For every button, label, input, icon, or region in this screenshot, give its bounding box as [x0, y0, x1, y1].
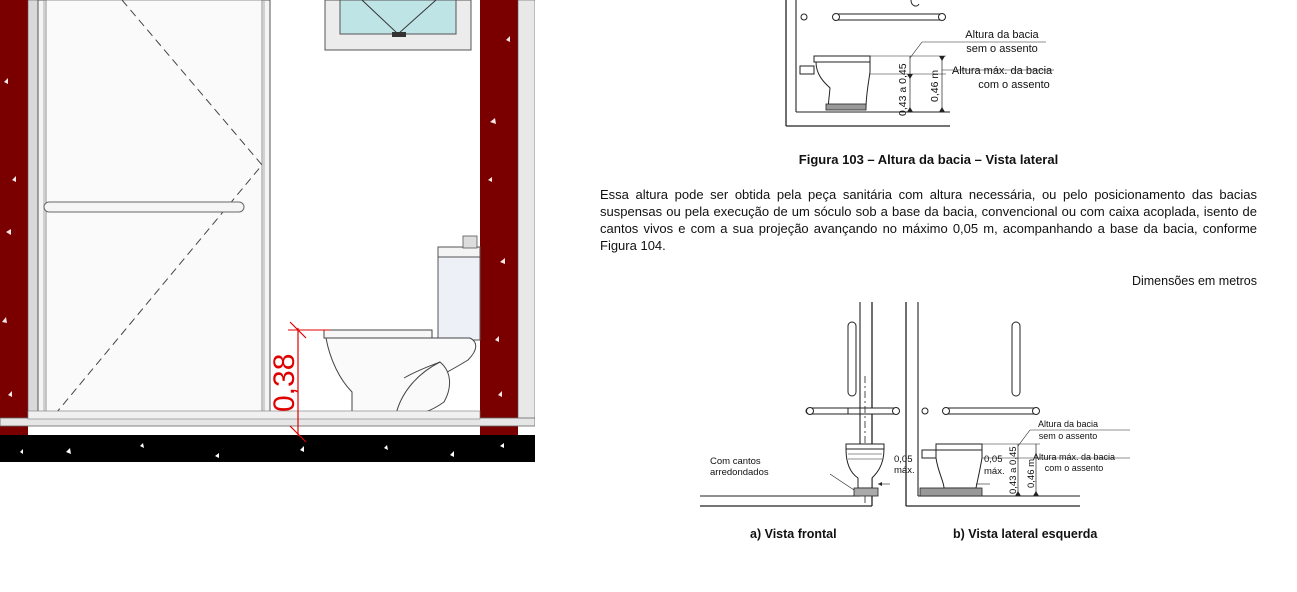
fig104b-label-max-2: com o assento: [1045, 463, 1104, 473]
cad-bathroom-elevation: 0,38: [0, 0, 535, 462]
fig104b-offset-unit: máx.: [984, 466, 1005, 477]
fig103-label-max-2: com o assento: [978, 79, 1050, 91]
grab-bar: [43, 201, 245, 213]
figure-104b-caption: b) Vista lateral esquerda: [953, 527, 1098, 541]
figure-104a-caption: a) Vista frontal: [750, 527, 837, 541]
figure-103-caption: Figura 103 – Altura da bacia – Vista lat…: [798, 152, 1059, 167]
fig103-dim-range: 0,43 a 0,45: [897, 63, 909, 116]
dimensions-note: Dimensões em metros: [1131, 274, 1257, 288]
fig104b-label-height-1: Altura da bacia: [1038, 419, 1098, 429]
figure-104a-front-view: Com cantos arredondados 0,05 máx.: [700, 302, 915, 507]
fig104b-dim-range: 0,43 a 0,45: [1008, 446, 1019, 494]
fig104b-dim-max: 0,46 m: [1026, 459, 1037, 488]
fig104a-label-1: Com cantos: [710, 456, 761, 467]
figure-103-drawing: 0,43 a 0,45 0,46 m Altura da bacia sem o…: [785, 0, 1054, 127]
fig103-dim-max: 0,46 m: [929, 70, 941, 102]
body-paragraph: Essa altura pode ser obtida pela peça sa…: [600, 187, 1257, 253]
fig104b-offset-value: 0,05: [984, 454, 1003, 465]
fig104a-offset-value: 0,05: [894, 454, 913, 465]
fig103-label-height-1: Altura da bacia: [965, 29, 1039, 41]
figure-104b-side-view: 0,05 máx. 0,43 a 0,45 0,46 m Altura da b…: [905, 302, 1130, 507]
right-wall: [480, 0, 518, 435]
floor-slab: [0, 435, 535, 462]
dimension-label: 0,38: [268, 354, 301, 412]
fig104a-label-2: arredondados: [710, 467, 769, 478]
fig104a-offset-unit: máx.: [894, 465, 915, 476]
fig103-label-max-1: Altura máx. da bacia: [952, 65, 1053, 77]
fig103-label-height-2: sem o assento: [966, 43, 1038, 55]
fig104b-label-height-2: sem o assento: [1039, 431, 1098, 441]
norm-document-page: 0,43 a 0,45 0,46 m Altura da bacia sem o…: [560, 0, 1297, 592]
toilet-tank: [437, 249, 481, 341]
left-wall: [0, 0, 28, 435]
fig104b-label-max-1: Altura máx. da bacia: [1033, 452, 1115, 462]
figure-104-drawing: Com cantos arredondados 0,05 máx. 0,05 m…: [700, 302, 1130, 507]
